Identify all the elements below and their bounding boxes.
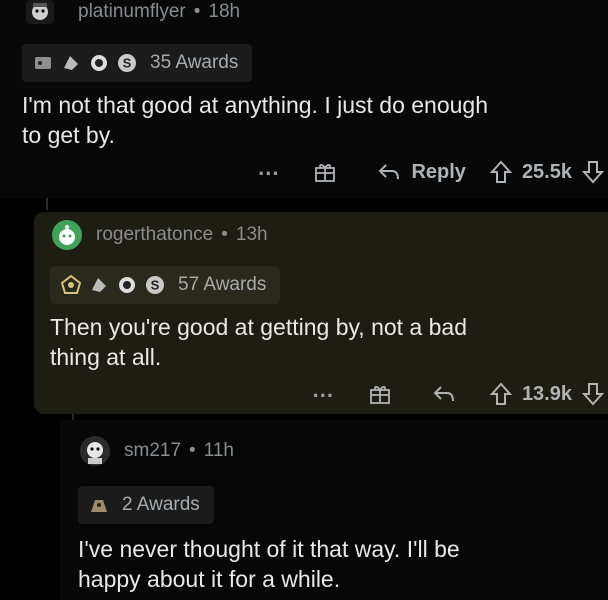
silver-award-icon: S	[146, 276, 164, 294]
username[interactable]: sm217	[124, 440, 181, 462]
award-icon	[60, 274, 82, 294]
upvote-button[interactable]	[489, 382, 512, 406]
reply-button[interactable]: Reply	[377, 160, 466, 184]
upvote-button[interactable]	[489, 160, 512, 184]
awards-count: 2 Awards	[122, 494, 200, 515]
upvote-arrow-icon	[489, 382, 512, 405]
award-icon	[119, 277, 135, 293]
vote-score: 13.9k	[521, 382, 572, 405]
comment-body-line: Then you're good at getting by, not a ba…	[50, 314, 467, 340]
award-icon	[64, 56, 78, 70]
gift-award-button[interactable]	[368, 382, 392, 406]
awards-count: 57 Awards	[178, 274, 267, 295]
comment-body-line: to get by.	[22, 122, 115, 148]
comment-actions: ... Reply 25.5k	[258, 157, 604, 184]
awards-bar[interactable]: S 57 Awards	[50, 266, 281, 304]
comment-actions: ... 13.9k	[313, 379, 604, 406]
separator: •	[189, 440, 196, 461]
comment-meta: platinumflyer • 18h	[26, 0, 240, 24]
downvote-arrow-icon	[582, 161, 604, 184]
awards-count: 35 Awards	[150, 52, 239, 73]
awards-bar[interactable]: S 35 Awards	[22, 44, 253, 82]
comment-body: I'm not that good at anything. I just do…	[22, 90, 488, 150]
comment-sm217: sm217 • 11h 2 Awards I've never thought …	[60, 420, 608, 600]
downvote-button[interactable]	[582, 382, 604, 406]
upvote-arrow-icon	[489, 160, 512, 183]
gift-icon	[370, 386, 390, 404]
reply-label: Reply	[411, 160, 466, 183]
comment-rogerthatonce: rogerthatonce • 13h S 57 Awards Then you…	[34, 212, 608, 414]
username[interactable]: platinumflyer	[78, 1, 186, 23]
gift-icon	[315, 164, 336, 182]
comment-platinumflyer: platinumflyer • 18h S 35 Awards I'm not …	[0, 0, 608, 198]
gift-award-button[interactable]	[313, 160, 337, 184]
comment-body: Then you're good at getting by, not a ba…	[50, 312, 467, 372]
award-icon	[91, 500, 107, 512]
comment-body-line: I'm not that good at anything. I just do…	[22, 92, 488, 118]
comment-age: 11h	[203, 440, 234, 461]
comment-meta: rogerthatonce • 13h	[52, 220, 268, 250]
reply-button[interactable]	[432, 384, 466, 404]
avatar[interactable]	[52, 220, 82, 250]
comment-body-line: I've never thought of it that way. I'll …	[78, 536, 460, 562]
awards-bar[interactable]: 2 Awards	[78, 486, 214, 524]
separator: •	[193, 1, 201, 22]
comment-body: I've never thought of it that way. I'll …	[78, 534, 460, 594]
downvote-arrow-icon	[582, 383, 604, 406]
reply-arrow-icon	[433, 386, 454, 402]
award-icon	[91, 55, 107, 71]
comment-age: 13h	[235, 224, 268, 245]
snoo-avatar-icon	[32, 3, 48, 20]
avatar[interactable]	[26, 0, 54, 24]
more-options-button[interactable]: ...	[258, 157, 279, 181]
more-options-button[interactable]: ...	[313, 379, 334, 403]
comment-age: 18h	[208, 1, 241, 22]
reply-arrow-icon	[379, 164, 400, 180]
award-icon	[35, 57, 51, 69]
vote-score: 25.5k	[521, 160, 572, 183]
comment-body-line: thing at all.	[50, 344, 162, 370]
snoo-avatar-icon	[59, 225, 75, 245]
avatar[interactable]	[80, 436, 110, 466]
snoo-avatar-icon	[87, 442, 103, 464]
comment-meta: sm217 • 11h	[80, 436, 234, 466]
svg-text:S: S	[151, 278, 160, 293]
comment-body-line: happy about it for a while.	[78, 566, 341, 592]
downvote-button[interactable]	[582, 160, 604, 184]
svg-text:S: S	[123, 56, 132, 71]
award-icon	[92, 278, 106, 292]
separator: •	[221, 224, 228, 245]
username[interactable]: rogerthatonce	[96, 224, 213, 246]
silver-award-icon: S	[118, 54, 136, 72]
